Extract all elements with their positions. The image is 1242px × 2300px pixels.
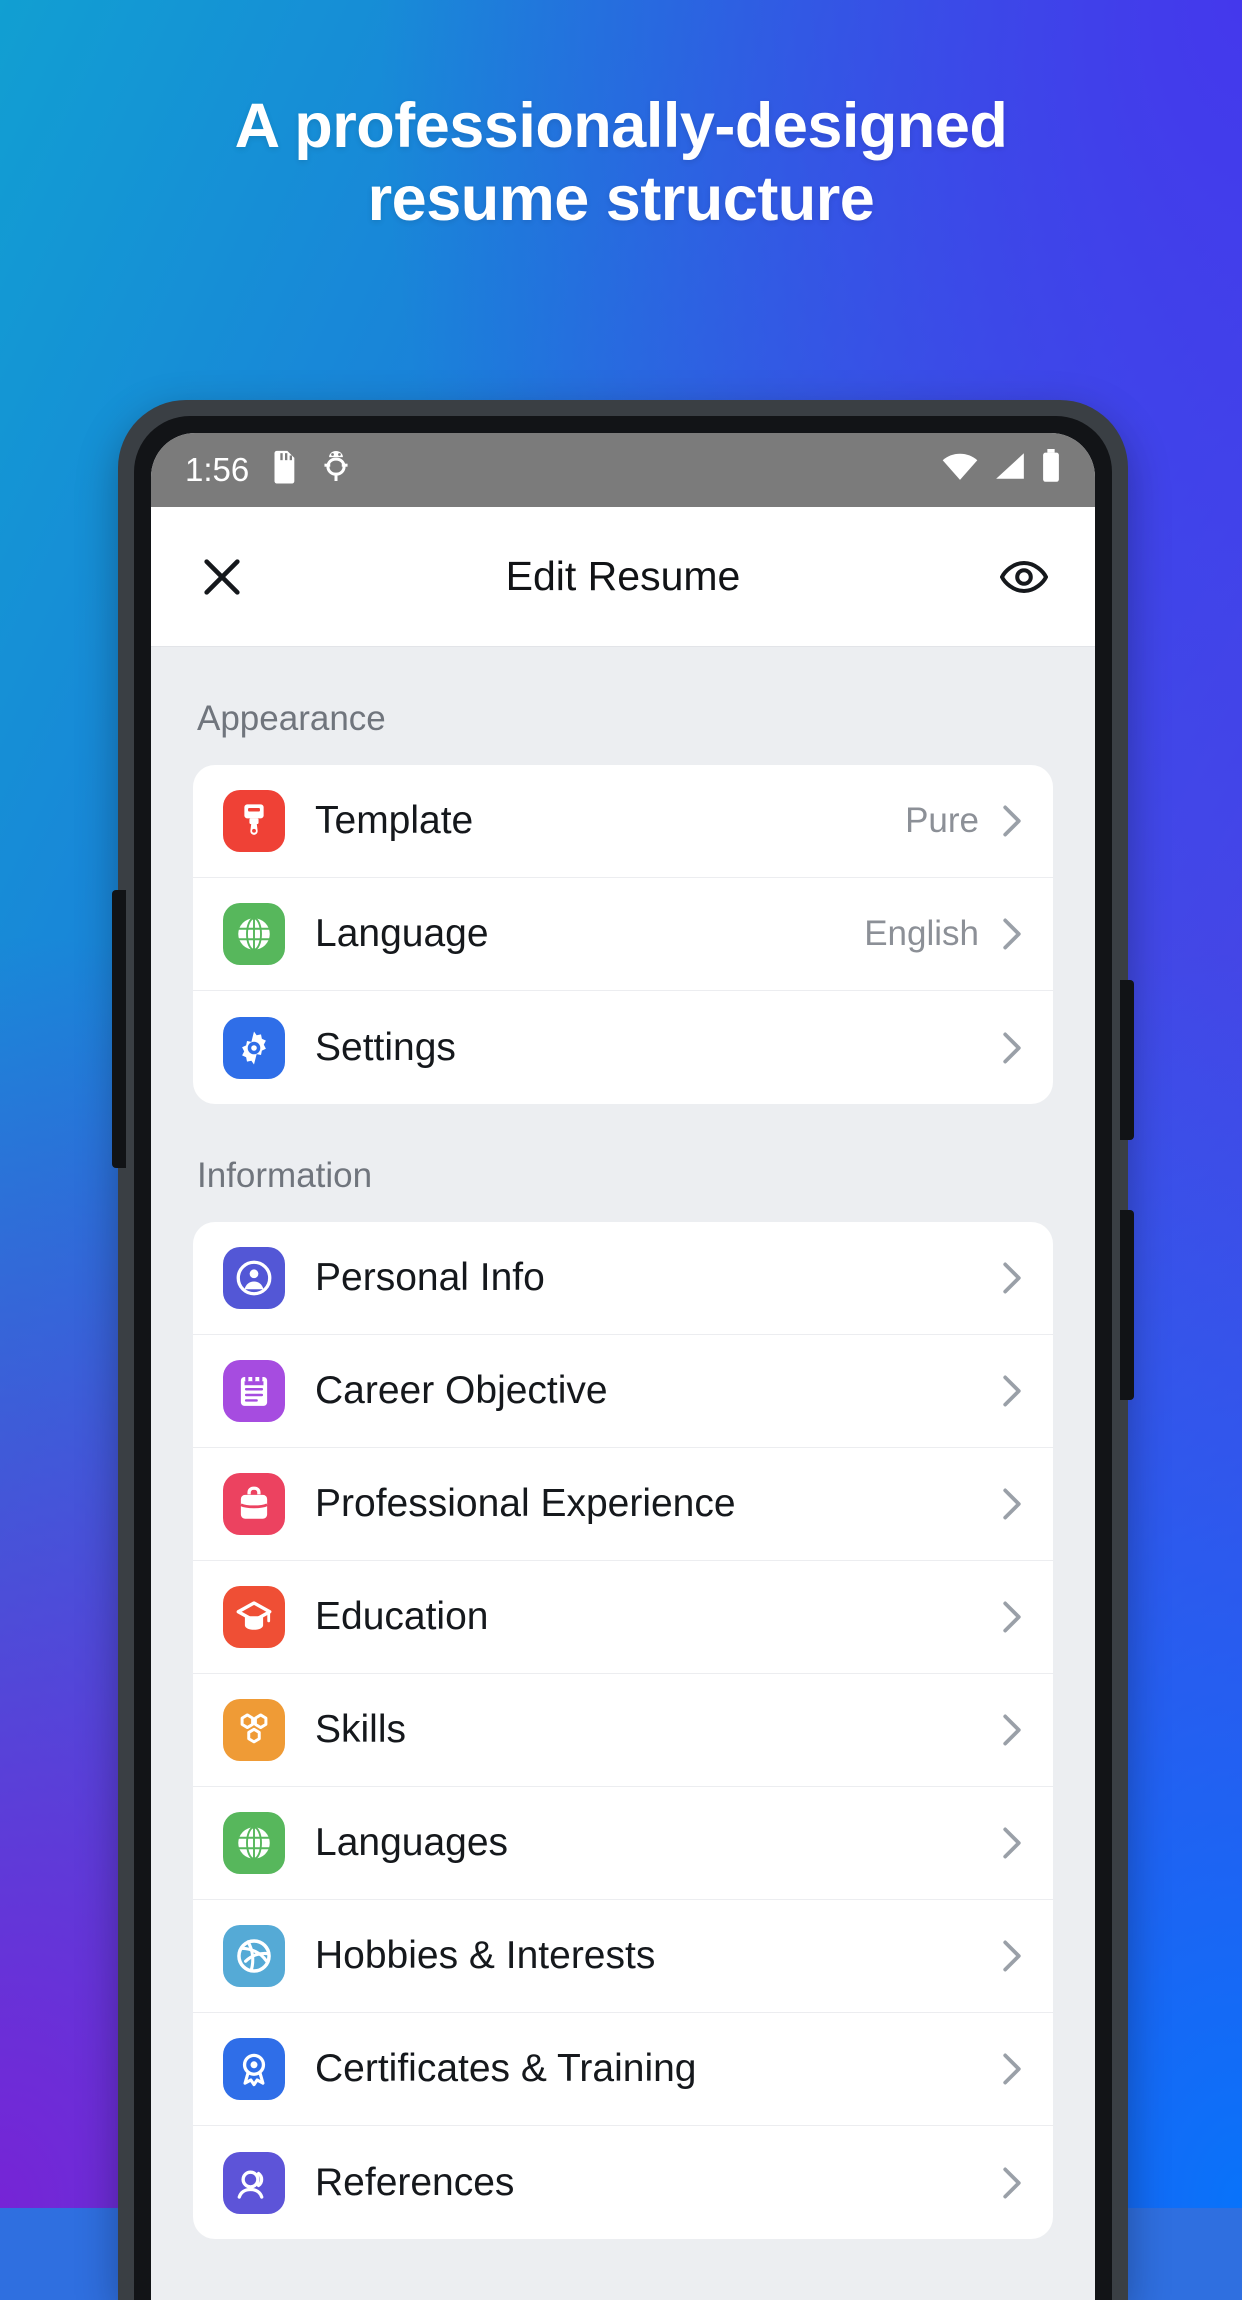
list-item-label: Hobbies & Interests [315, 1934, 656, 1977]
list-item-template[interactable]: Template Pure [193, 765, 1053, 878]
chevron-right-icon [1001, 1600, 1023, 1634]
notepad-icon [223, 1360, 285, 1422]
status-bar-left: 1:56 [185, 448, 351, 492]
chevron-right-icon [1001, 804, 1023, 838]
chevron-right-icon [1001, 2166, 1023, 2200]
cellular-signal-icon [993, 451, 1027, 489]
list-item-professional-experience[interactable]: Professional Experience [193, 1448, 1053, 1561]
basketball-icon [223, 1925, 285, 1987]
list-item-label: Languages [315, 1821, 509, 1864]
wifi-icon [941, 451, 979, 489]
phone-volume-button[interactable] [1120, 980, 1134, 1140]
section-title-information: Information [197, 1156, 373, 1195]
phone-power-button[interactable] [1120, 1210, 1134, 1400]
close-icon[interactable] [191, 546, 253, 608]
status-bar-right [941, 449, 1061, 491]
chevron-right-icon [1001, 1939, 1023, 1973]
status-time: 1:56 [185, 451, 250, 488]
list-item-language[interactable]: Language English [193, 878, 1053, 991]
sd-card-icon [271, 448, 299, 492]
graduation-cap-icon [223, 1586, 285, 1648]
chevron-right-icon [1001, 1374, 1023, 1408]
globe-icon [223, 1812, 285, 1874]
list-item-education[interactable]: Education [193, 1561, 1053, 1674]
chevron-right-icon [1001, 1826, 1023, 1860]
list-item-value: English [864, 914, 979, 953]
section-title-appearance: Appearance [197, 699, 386, 738]
list-item-personal-info[interactable]: Personal Info [193, 1222, 1053, 1335]
list-item-label: Certificates & Training [315, 2047, 697, 2090]
chevron-right-icon [1001, 1713, 1023, 1747]
globe-icon [223, 903, 285, 965]
list-item-label: Language [315, 912, 489, 955]
chevron-right-icon [1001, 917, 1023, 951]
chevron-right-icon [1001, 1261, 1023, 1295]
list-item-career-objective[interactable]: Career Objective [193, 1335, 1053, 1448]
list-item-label: Settings [315, 1025, 456, 1069]
list-item-settings[interactable]: Settings [193, 991, 1053, 1104]
phone-mockup: 1:56 Edit Resume Appearance Template Pur… [112, 400, 1134, 2300]
phone-screen: 1:56 Edit Resume Appearance Template Pur… [151, 433, 1095, 2300]
reference-icon [223, 2151, 285, 2214]
gear-icon [223, 1016, 285, 1079]
list-item-label: Template [315, 799, 474, 842]
list-item-label: Education [315, 1595, 489, 1638]
list-item-label: References [315, 2160, 515, 2204]
information-card: Personal Info Career Objective Professio… [193, 1222, 1053, 2239]
phone-left-button[interactable] [112, 890, 126, 1168]
page-title: Edit Resume [505, 553, 741, 599]
battery-icon [1041, 449, 1061, 491]
appearance-card: Template Pure Language English Settings [193, 765, 1053, 1104]
chevron-right-icon [1001, 1031, 1023, 1065]
list-item-value: Pure [905, 801, 979, 840]
list-item-label: Skills [315, 1708, 407, 1751]
person-circle-icon [223, 1247, 285, 1309]
brush-icon [223, 790, 285, 852]
list-item-references[interactable]: References [193, 2126, 1053, 2239]
list-item-skills[interactable]: Skills [193, 1674, 1053, 1787]
honeycomb-icon [223, 1699, 285, 1761]
award-ribbon-icon [223, 2038, 285, 2100]
app-bar: Edit Resume [151, 507, 1095, 647]
headline-line-1: A professionally-designed [234, 91, 1008, 161]
list-item-label: Career Objective [315, 1369, 608, 1412]
list-item-certificates-training[interactable]: Certificates & Training [193, 2013, 1053, 2126]
settings-list: Appearance Template Pure Language Englis… [151, 647, 1095, 2300]
usb-debug-icon [321, 448, 351, 492]
list-item-label: Personal Info [315, 1256, 545, 1299]
list-item-hobbies-interests[interactable]: Hobbies & Interests [193, 1900, 1053, 2013]
promo-headline: A professionally-designed resume structu… [0, 90, 1242, 236]
list-item-languages[interactable]: Languages [193, 1787, 1053, 1900]
chevron-right-icon [1001, 2052, 1023, 2086]
briefcase-icon [223, 1473, 285, 1535]
chevron-right-icon [1001, 1487, 1023, 1521]
eye-icon[interactable] [993, 546, 1055, 608]
phone-bezel: 1:56 Edit Resume Appearance Template Pur… [134, 416, 1112, 2300]
status-bar: 1:56 [151, 433, 1095, 507]
list-item-label: Professional Experience [315, 1482, 736, 1525]
headline-line-2: resume structure [367, 164, 875, 235]
